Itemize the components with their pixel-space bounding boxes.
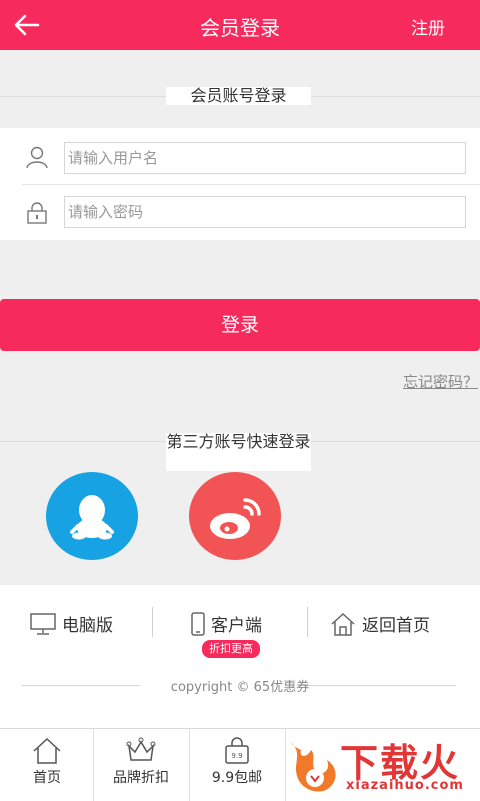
login-button[interactable]: 登录	[0, 299, 480, 351]
tab-free-shipping-label: 9.9包邮	[211, 770, 263, 786]
tab-brand-discount-label: 品牌折扣	[113, 770, 169, 786]
lock-icon	[27, 202, 47, 224]
crown-icon	[126, 737, 156, 761]
tab-home[interactable]: 首页	[0, 729, 94, 801]
member-login-heading: 会员账号登录	[166, 87, 311, 105]
bag-icon: 9.9	[225, 737, 249, 764]
tab-free-shipping[interactable]: 9.9 9.9包邮	[190, 729, 284, 801]
watermark-subtext: xiazaihuo.com	[346, 778, 464, 793]
user-icon	[26, 146, 48, 169]
footer-divider	[152, 607, 153, 637]
tab-home-label: 首页	[33, 770, 61, 786]
desktop-version-label: 电脑版	[62, 616, 113, 636]
phone-icon	[191, 611, 205, 636]
login-form: 请输入用户名 请输入密码	[0, 128, 480, 240]
forgot-password-link[interactable]: 忘记密码？	[403, 371, 478, 392]
field-divider	[22, 184, 480, 185]
third-party-heading: 第三方账号快速登录	[166, 433, 311, 471]
home-icon	[33, 737, 61, 764]
back-home-label: 返回首页	[362, 616, 430, 636]
page-title: 会员登录	[200, 16, 280, 40]
discount-badge: 折扣更高	[202, 640, 260, 658]
qq-icon	[70, 495, 114, 540]
copyright-text: copyright © 65优惠券	[170, 680, 310, 695]
tab-brand-discount[interactable]: 品牌折扣	[94, 729, 188, 801]
client-app-link[interactable]: 客户端	[191, 611, 262, 636]
username-field[interactable]: 请输入用户名	[64, 142, 466, 174]
client-app-label: 客户端	[211, 616, 262, 636]
footer-divider	[307, 607, 308, 637]
monitor-icon	[30, 612, 56, 635]
svg-text:9.9: 9.9	[231, 752, 242, 760]
footer: 电脑版 客户端 折扣更高 返回首页 copyright © 65优惠券	[0, 585, 480, 730]
weibo-icon	[210, 498, 261, 539]
register-link[interactable]: 注册	[411, 14, 445, 39]
app-header: 会员登录 注册	[0, 0, 480, 50]
password-field[interactable]: 请输入密码	[64, 196, 466, 228]
weibo-login-button[interactable]	[189, 472, 281, 560]
desktop-version-link[interactable]: 电脑版	[30, 611, 113, 636]
back-home-link[interactable]: 返回首页	[330, 611, 430, 636]
home-icon	[331, 612, 355, 636]
qq-login-button[interactable]	[46, 472, 138, 560]
